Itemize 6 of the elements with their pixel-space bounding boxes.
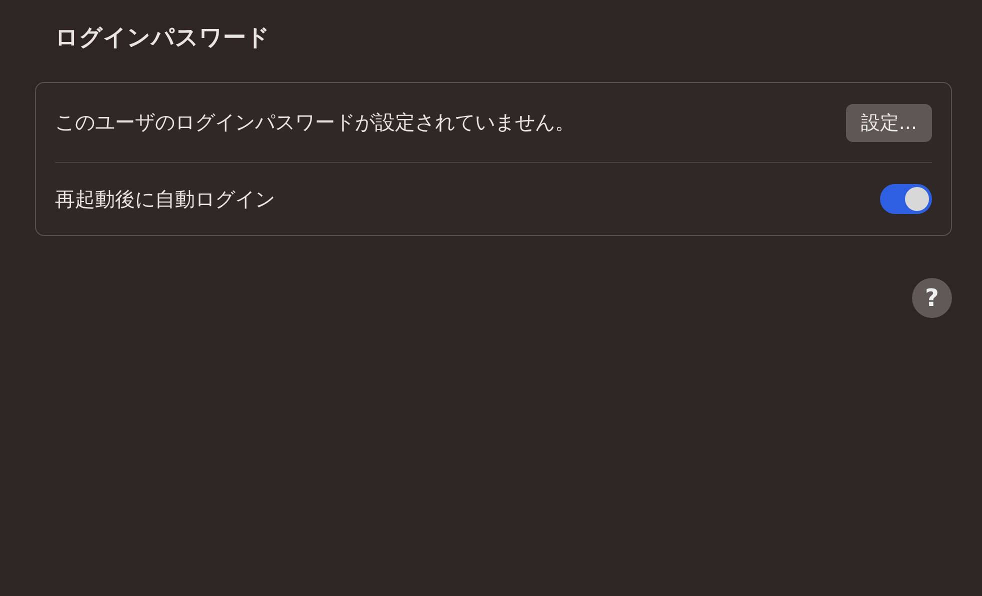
row-label: 再起動後に自動ログイン [55, 186, 275, 212]
toggle-switch[interactable] [880, 184, 932, 214]
row-label: このユーザのログインパスワードが設定されていません。 [55, 109, 575, 136]
section-title: ログインパスワード [55, 24, 271, 53]
help-button[interactable]: ? [912, 278, 952, 318]
set-button[interactable]: 設定... [846, 104, 932, 142]
